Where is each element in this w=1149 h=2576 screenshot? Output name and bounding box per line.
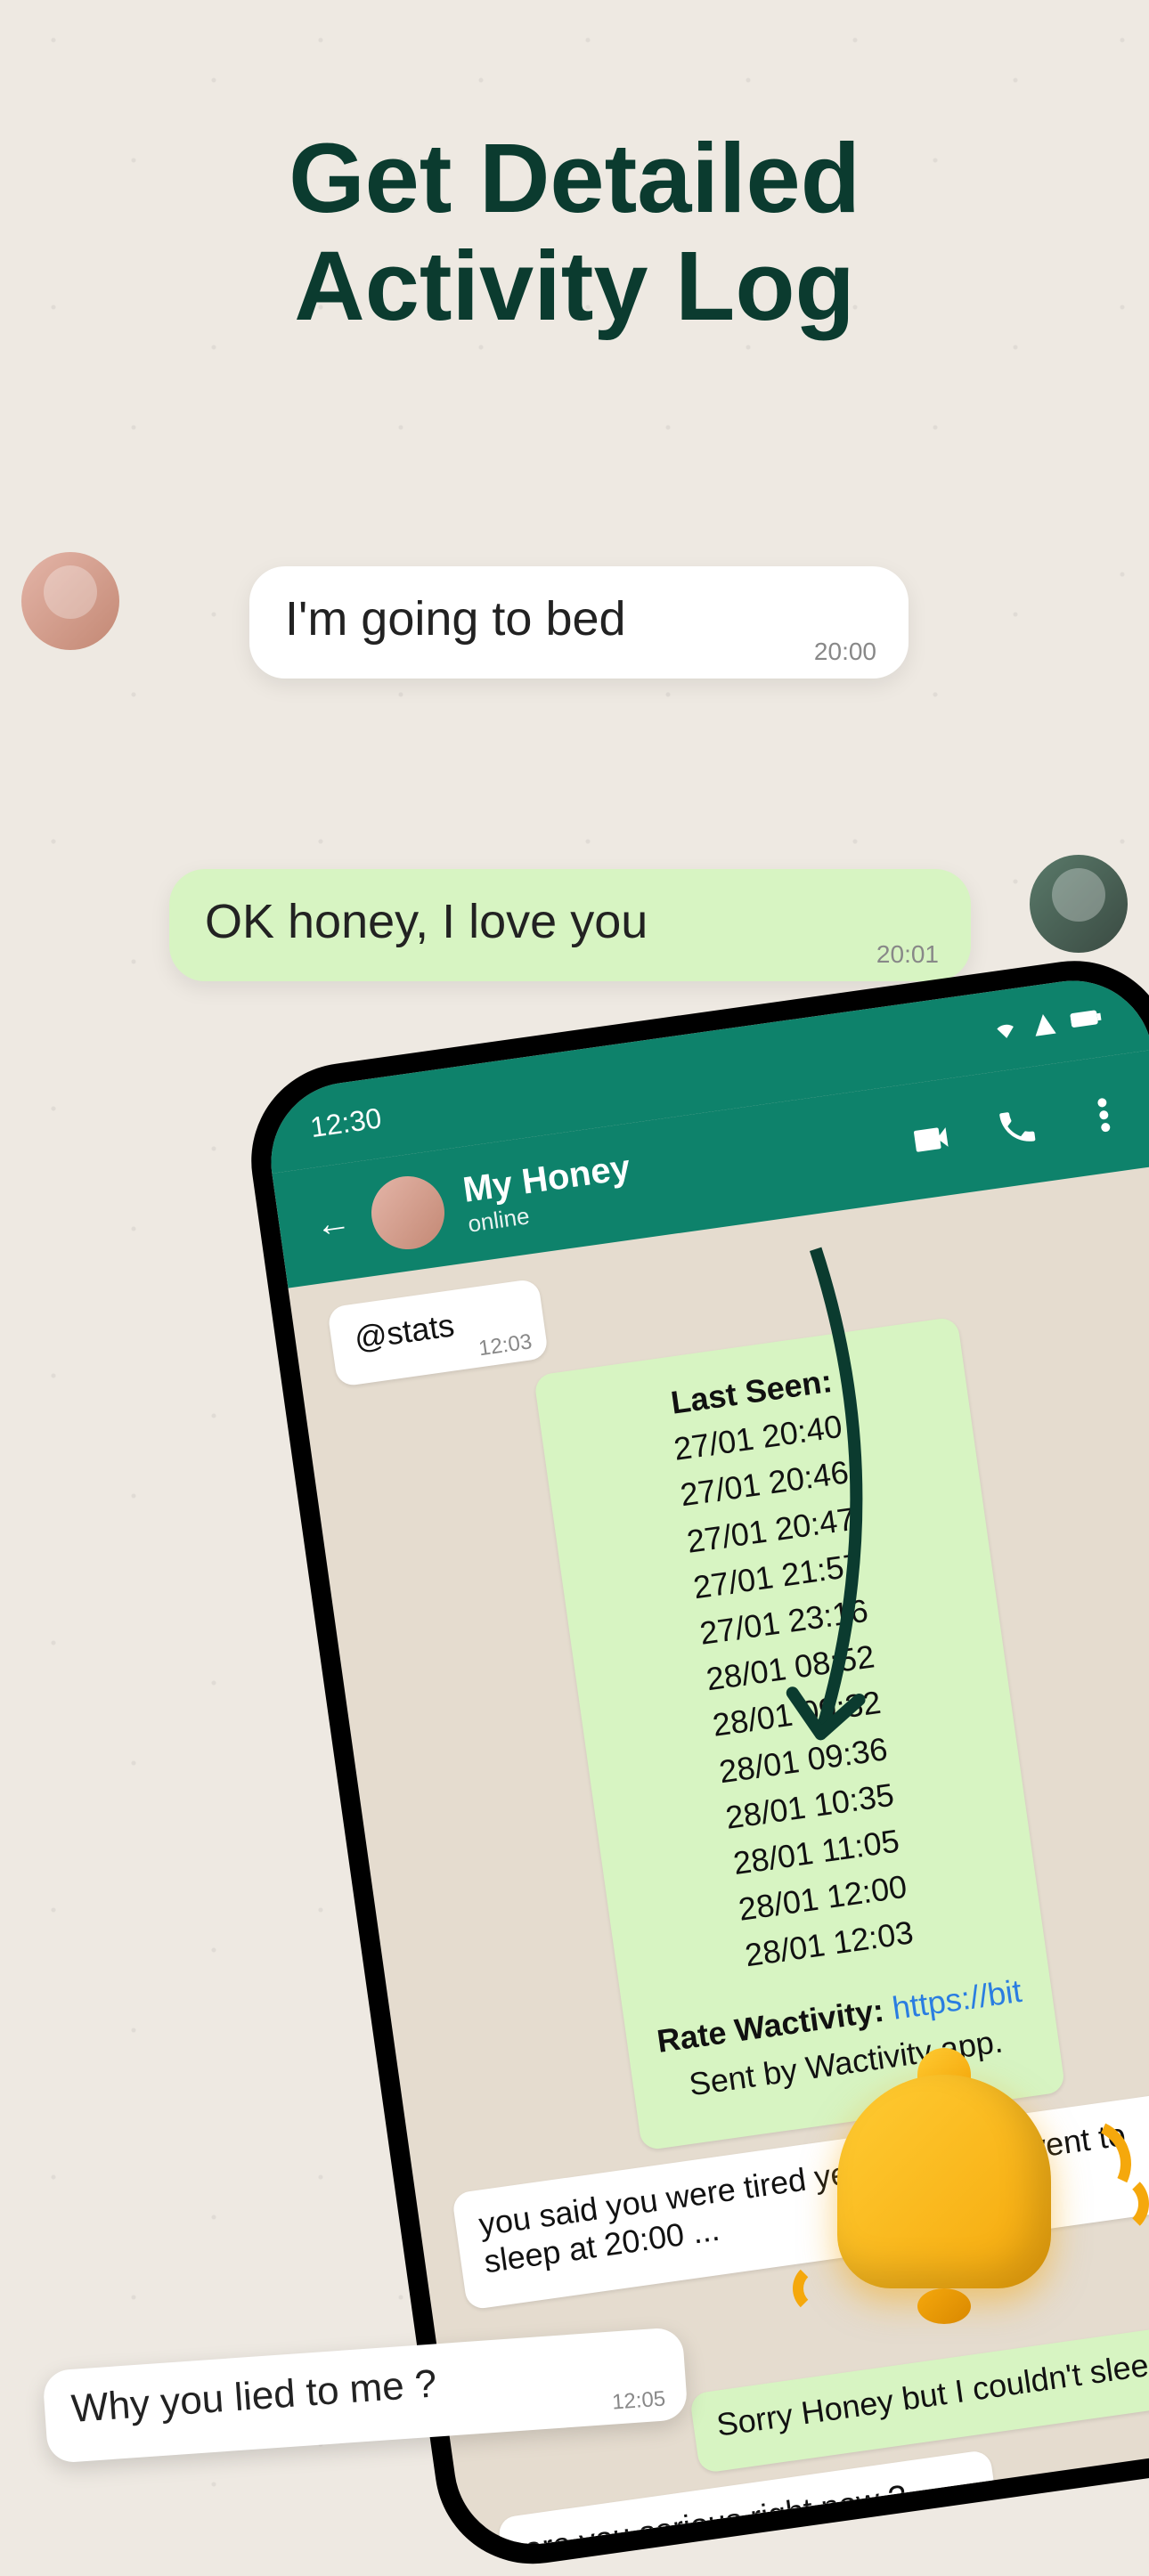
message-time: 12:06: [929, 2500, 985, 2532]
bubble-time: 20:00: [814, 638, 876, 666]
status-clock: 12:30: [308, 1101, 383, 1144]
video-call-icon[interactable]: [907, 1115, 955, 1163]
chat-bubble-incoming: I'm going to bed 20:00: [249, 566, 909, 679]
message-text: @stats: [352, 1306, 456, 1356]
chat-bubble-outgoing: OK honey, I love you 20:01: [169, 869, 971, 981]
message-text: yeah .. sorry: [1059, 2528, 1149, 2554]
message-time: 12:03: [477, 1329, 534, 1361]
message-out[interactable]: yeah .. sorry: [1034, 2499, 1149, 2554]
bubble-time: 12:05: [611, 2387, 666, 2416]
back-button[interactable]: ←: [313, 1201, 354, 1246]
bubble-text: OK honey, I love you: [205, 895, 648, 948]
message-stats-command[interactable]: @stats 12:03: [327, 1279, 549, 1387]
avatar-male-1: [1030, 855, 1128, 953]
signal-icon: [1031, 1011, 1059, 1039]
battery-icon: [1070, 1005, 1104, 1031]
bubble-time: 20:01: [876, 940, 939, 969]
more-icon[interactable]: [1080, 1091, 1128, 1139]
headline: Get Detailed Activity Log: [0, 125, 1149, 340]
wifi-icon: [991, 1016, 1020, 1044]
contact-avatar[interactable]: [367, 1172, 450, 1255]
bubble-text: I'm going to bed: [285, 592, 626, 646]
avatar-female: [21, 552, 119, 650]
voice-call-icon[interactable]: [993, 1103, 1041, 1151]
message-text: are you serious right now ?: [522, 2477, 909, 2554]
bell-icon: [811, 2048, 1096, 2333]
bubble-text: Why you lied to me ?: [70, 2361, 438, 2431]
